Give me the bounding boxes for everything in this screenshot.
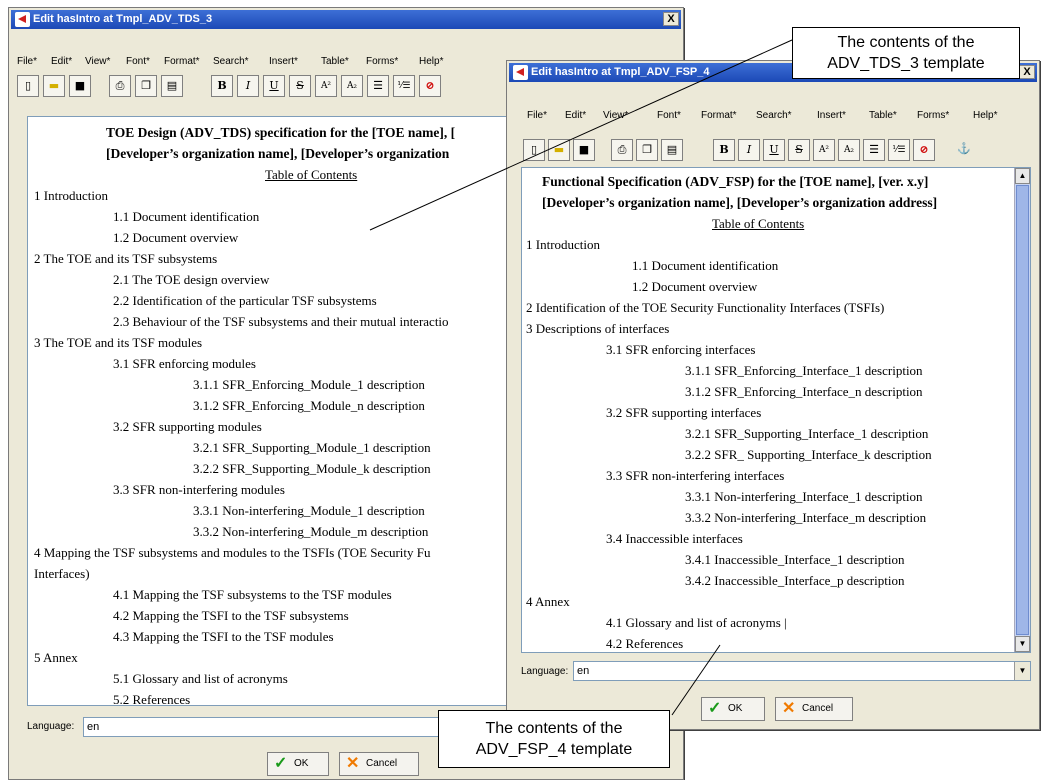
callout-top-line-2: ADV_TDS_3 template: [827, 55, 985, 72]
callout-top: The contents of the ADV_TDS_3 template: [792, 27, 1020, 79]
callout-bottom-line-1: The contents of the: [485, 720, 623, 737]
callout-leader-lines: [369, 39, 793, 716]
callout-bottom-line-2: ADV_FSP_4 template: [475, 741, 633, 758]
callout-bottom: The contents of the ADV_FSP_4 template: [438, 710, 670, 768]
callout-top-line-1: The contents of the: [837, 34, 975, 51]
leader-line-top: [369, 39, 793, 231]
leader-line-bottom: [671, 644, 721, 716]
